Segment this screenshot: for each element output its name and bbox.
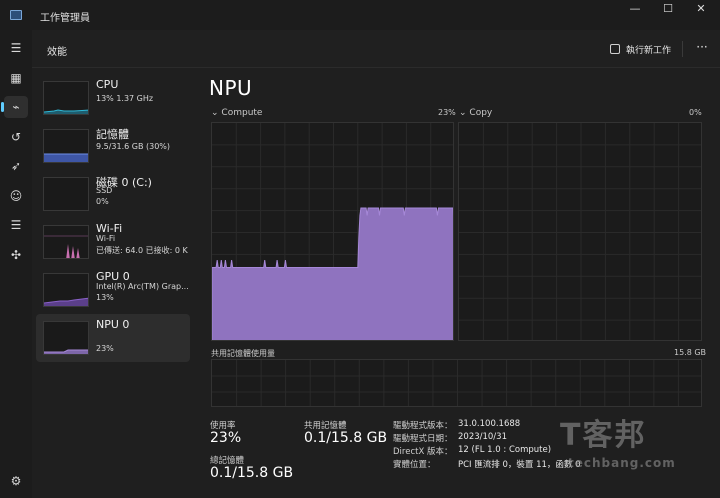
resource-memory[interactable]: 記憶體 9.5/31.6 GB (30%) xyxy=(36,122,190,170)
gpu-thumbnail-graph xyxy=(43,273,89,307)
compute-engine-label[interactable]: ⌄ Compute xyxy=(211,108,262,118)
watermark-text: T客邦 xyxy=(560,418,647,453)
compute-label-text: Compute xyxy=(221,108,263,118)
page-title: 效能 xyxy=(47,47,67,58)
shared-memory-value: 0.1/15.8 GB xyxy=(304,430,388,446)
compute-graph xyxy=(211,122,454,341)
resource-detail: 13% xyxy=(96,293,114,302)
cpu-thumbnail-graph xyxy=(43,81,89,115)
resource-detail: 已傳送: 64.0 已接收: 0 K xyxy=(96,246,188,255)
copy-label-text: Copy xyxy=(469,108,493,118)
npu-thumbnail-graph xyxy=(43,321,89,355)
copy-percent: 0% xyxy=(689,108,702,117)
shared-memory-usage-label: 共用記憶體使用量 xyxy=(211,349,275,358)
resource-detail: Intel(R) Arc(TM) Grap... xyxy=(96,282,189,291)
resource-name: CPU xyxy=(96,78,119,91)
shared-memory-max: 15.8 GB xyxy=(674,348,707,357)
shared-memory-graph-svg xyxy=(212,360,701,406)
minimize-button[interactable]: — xyxy=(618,2,652,16)
memory-thumbnail-graph xyxy=(43,129,89,163)
wifi-thumbnail-graph xyxy=(43,225,89,259)
driver-date-value: 2023/10/31 xyxy=(458,432,507,442)
resource-wifi[interactable]: Wi-Fi Wi-Fi 已傳送: 64.0 已接收: 0 K xyxy=(36,218,190,266)
chevron-down-icon: ⌄ xyxy=(459,108,467,118)
more-options-button[interactable]: ··· xyxy=(692,40,712,58)
resource-disk[interactable]: 磁碟 0 (C:) SSD 0% xyxy=(36,170,190,218)
resource-name: 記憶體 xyxy=(96,128,129,141)
driver-version-key: 驅動程式版本： xyxy=(393,421,453,431)
copy-graph-svg xyxy=(459,123,701,340)
utilization-value: 23% xyxy=(210,430,242,446)
settings-icon[interactable]: ⚙ xyxy=(4,470,28,492)
watermark-sub: techbang.com xyxy=(568,456,676,470)
chevron-down-icon: ⌄ xyxy=(211,108,219,118)
services-icon[interactable]: ✣ xyxy=(4,244,28,266)
directx-version-value: 12 (FL 1.0 : Compute) xyxy=(458,445,552,455)
shared-memory-graph xyxy=(211,359,702,407)
resource-detail: 13% 1.37 GHz xyxy=(96,94,154,103)
driver-version-value: 31.0.100.1688 xyxy=(458,419,521,429)
close-button[interactable]: ✕ xyxy=(684,2,718,16)
app-history-icon[interactable]: ↺ xyxy=(4,126,28,148)
resource-detail: 0% xyxy=(96,197,109,206)
page-header: 效能 執行新工作 ··· xyxy=(32,30,720,68)
title-bar: 工作管理員 — ☐ ✕ xyxy=(0,0,720,30)
resource-title: NPU xyxy=(209,76,253,100)
run-new-task-button[interactable]: 執行新工作 xyxy=(610,40,671,58)
header-divider xyxy=(682,41,683,57)
copy-graph xyxy=(458,122,702,341)
processes-icon[interactable]: ▦ xyxy=(4,67,28,89)
total-memory-value: 0.1/15.8 GB xyxy=(210,465,294,481)
run-new-task-label: 執行新工作 xyxy=(626,45,672,56)
navigation-rail: ☰ ▦ ⌁ ↺ ➶ ☺ ☰ ✣ ⚙ xyxy=(0,30,32,498)
directx-version-key: DirectX 版本： xyxy=(393,447,453,457)
compute-percent: 23% xyxy=(438,108,456,117)
driver-date-key: 驅動程式日期： xyxy=(393,434,453,444)
resource-detail: 9.5/31.6 GB (30%) xyxy=(96,142,171,151)
resource-npu[interactable]: NPU 0 23% xyxy=(36,314,190,362)
new-task-icon xyxy=(610,44,620,54)
disk-thumbnail-graph xyxy=(43,177,89,211)
window-title: 工作管理員 xyxy=(40,13,90,24)
performance-icon[interactable]: ⌁ xyxy=(1,96,28,118)
resource-detail: 23% xyxy=(96,344,114,353)
copy-engine-label[interactable]: ⌄ Copy xyxy=(459,108,492,118)
resource-name: NPU 0 xyxy=(96,318,130,331)
techbang-watermark-logo: T客邦 techbang.com xyxy=(560,410,700,474)
task-manager-logo-icon xyxy=(10,10,22,20)
resource-cpu[interactable]: CPU 13% 1.37 GHz xyxy=(36,74,190,122)
resource-detail: Wi-Fi xyxy=(96,234,116,243)
physical-location-key: 實體位置： xyxy=(393,460,436,470)
users-icon[interactable]: ☺ xyxy=(4,185,28,207)
compute-graph-svg xyxy=(212,123,453,340)
resource-gpu[interactable]: GPU 0 Intel(R) Arc(TM) Grap... 13% xyxy=(36,266,190,314)
maximize-button[interactable]: ☐ xyxy=(651,2,685,16)
details-icon[interactable]: ☰ xyxy=(4,214,28,236)
hamburger-menu-icon[interactable]: ☰ xyxy=(4,37,28,59)
resource-detail: SSD xyxy=(96,186,113,195)
startup-apps-icon[interactable]: ➶ xyxy=(4,155,28,177)
